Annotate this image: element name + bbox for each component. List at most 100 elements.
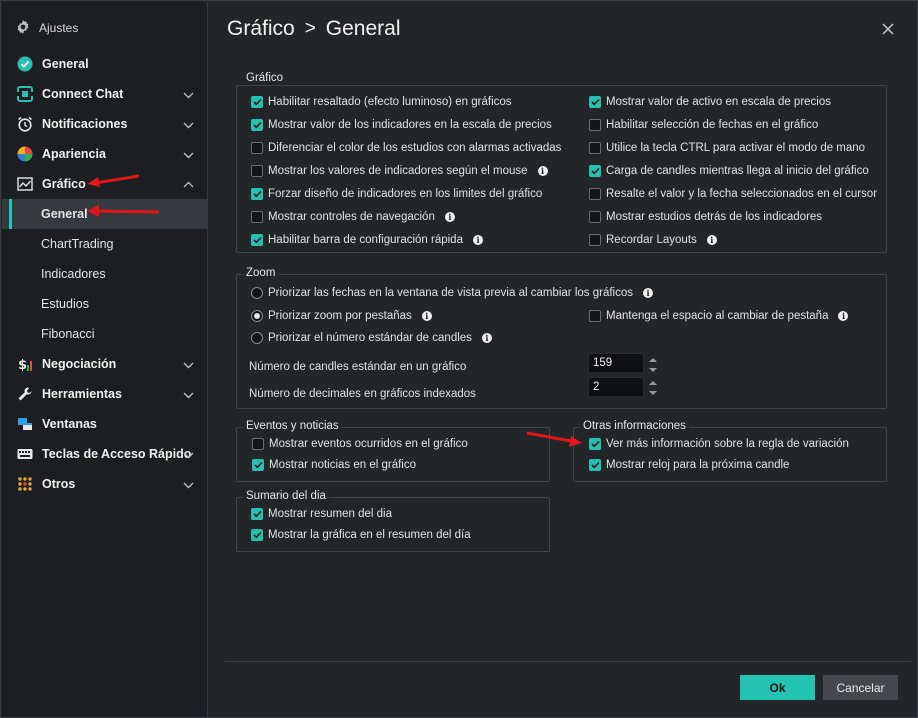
- sumario-checkbox-0[interactable]: Mostrar resumen del dia: [251, 508, 392, 520]
- sidebar-subitem-charttrading[interactable]: ChartTrading: [2, 229, 208, 259]
- checkmark-icon: [590, 440, 600, 448]
- sidebar-item-ventanas[interactable]: Ventanas: [2, 409, 208, 439]
- sidebar-item-otros[interactable]: Otros: [2, 469, 208, 499]
- sidebar-item-teclas[interactable]: Teclas de Acceso Rápido: [2, 439, 208, 469]
- info-icon[interactable]: i: [444, 212, 455, 222]
- candles-spinner[interactable]: [647, 354, 659, 376]
- grafico-right-checkbox-3[interactable]: Carga de candles mientras llega al inici…: [589, 165, 869, 177]
- chart-icon: [16, 175, 34, 193]
- sidebar-subitem-estudios[interactable]: Estudios: [2, 289, 208, 319]
- sidebar-subitem-fibonacci[interactable]: Fibonacci: [2, 319, 208, 349]
- checkbox[interactable]: [252, 438, 264, 450]
- checkbox-label: Mantenga el espacio al cambiar de pestañ…: [606, 310, 829, 322]
- sidebar-item-label: Teclas de Acceso Rápido: [42, 447, 192, 461]
- checkbox[interactable]: [251, 188, 263, 200]
- decimals-spinner[interactable]: [647, 377, 659, 399]
- checkbox[interactable]: [589, 438, 601, 450]
- info-icon[interactable]: i: [537, 166, 548, 176]
- grafico-right-checkbox-2[interactable]: Utilice la tecla CTRL para activar el mo…: [589, 142, 865, 154]
- checkbox[interactable]: [589, 188, 601, 200]
- checkmark-icon: [252, 510, 262, 518]
- sidebar-subitem-label: General: [41, 207, 88, 221]
- grafico-left-checkbox-5[interactable]: Mostrar controles de navegación i: [251, 211, 455, 223]
- radio-button[interactable]: [251, 287, 263, 299]
- zoom-radio-dates[interactable]: Priorizar las fechas en la ventana de vi…: [251, 287, 653, 299]
- cancel-button[interactable]: Cancelar: [823, 675, 898, 700]
- sidebar-subitem-label: ChartTrading: [41, 237, 114, 251]
- sidebar-item-negociacion[interactable]: $ Negociación: [2, 349, 208, 379]
- checkbox[interactable]: [251, 234, 263, 246]
- grafico-left-checkbox-6[interactable]: Habilitar barra de configuración rápida i: [251, 234, 483, 246]
- checkbox[interactable]: [251, 96, 263, 108]
- sidebar-item-connect-chat[interactable]: Connect Chat: [2, 79, 208, 109]
- checkbox[interactable]: [589, 234, 601, 246]
- grafico-left-checkbox-4[interactable]: Forzar diseño de indicadores en los limi…: [251, 188, 542, 200]
- checkbox[interactable]: [251, 529, 263, 541]
- annotation-arrow: [526, 431, 582, 447]
- zoom-radio-tabs[interactable]: Priorizar zoom por pestañas i: [251, 310, 432, 322]
- grafico-right-checkbox-0[interactable]: Mostrar valor de activo en escala de pre…: [589, 96, 831, 108]
- sidebar-item-herramientas[interactable]: Herramientas: [2, 379, 208, 409]
- zoom-radio-candles[interactable]: Priorizar el número estándar de candles …: [251, 332, 492, 344]
- svg-text:$: $: [18, 358, 27, 372]
- grafico-right-checkbox-5[interactable]: Mostrar estudios detrás de los indicador…: [589, 211, 822, 223]
- grid-dots-icon: [16, 475, 34, 493]
- checkbox[interactable]: [589, 165, 601, 177]
- grafico-left-checkbox-3[interactable]: Mostrar los valores de indicadores según…: [251, 165, 548, 177]
- ok-button[interactable]: Ok: [740, 675, 815, 700]
- sidebar-subitem-indicadores[interactable]: Indicadores: [2, 259, 208, 289]
- chevron-down-icon: [183, 148, 194, 162]
- radio-button[interactable]: [251, 332, 263, 344]
- checkbox[interactable]: [252, 459, 264, 471]
- checkbox[interactable]: [251, 165, 263, 177]
- info-icon[interactable]: i: [838, 311, 849, 321]
- checkbox-label: Habilitar barra de configuración rápida: [268, 234, 463, 246]
- checkbox[interactable]: [589, 142, 601, 154]
- sidebar-item-notificaciones[interactable]: Notificaciones: [2, 109, 208, 139]
- eventos-checkbox-0[interactable]: Mostrar eventos ocurridos en el gráfico: [252, 438, 468, 450]
- otras-checkbox-1[interactable]: Mostrar reloj para la próxima candle: [589, 459, 789, 471]
- info-icon[interactable]: i: [421, 311, 432, 321]
- grafico-right-checkbox-4[interactable]: Resalte el valor y la fecha seleccionado…: [589, 188, 877, 200]
- group-sumario-title: Sumario del dia: [243, 490, 329, 502]
- decimals-input[interactable]: 2: [588, 377, 644, 397]
- grafico-left-checkbox-0[interactable]: Habilitar resaltado (efecto luminoso) en…: [251, 96, 512, 108]
- sidebar-title: Ajustes: [39, 21, 79, 35]
- sumario-checkbox-1[interactable]: Mostrar la gráfica en el resumen del día: [251, 529, 471, 541]
- checkbox[interactable]: [251, 119, 263, 131]
- info-icon[interactable]: i: [481, 333, 492, 343]
- close-icon[interactable]: [880, 21, 896, 37]
- chevron-down-icon: [183, 118, 194, 132]
- radio-button[interactable]: [251, 310, 263, 322]
- group-zoom-title: Zoom: [243, 267, 279, 279]
- grafico-left-checkbox-2[interactable]: Diferenciar el color de los estudios con…: [251, 142, 561, 154]
- checkbox-label: Carga de candles mientras llega al inici…: [606, 165, 869, 177]
- checkbox[interactable]: [589, 310, 601, 322]
- group-eventos-title: Eventos y noticias: [243, 420, 342, 432]
- zoom-keep-space-checkbox[interactable]: Mantenga el espacio al cambiar de pestañ…: [589, 310, 849, 322]
- grafico-left-checkbox-1[interactable]: Mostrar valor de los indicadores en la e…: [251, 119, 552, 131]
- candles-input[interactable]: 159: [588, 353, 644, 373]
- checkbox[interactable]: [589, 96, 601, 108]
- otras-checkbox-0[interactable]: Ver más información sobre la regla de va…: [589, 438, 849, 450]
- checkbox[interactable]: [251, 142, 263, 154]
- eventos-checkbox-1[interactable]: Mostrar noticias en el gráfico: [252, 459, 416, 471]
- checkbox[interactable]: [589, 119, 601, 131]
- sidebar: Ajustes General Connect Chat Notificacio…: [2, 2, 208, 717]
- checkmark-icon: [252, 236, 262, 244]
- checkbox[interactable]: [589, 211, 601, 223]
- info-icon[interactable]: i: [472, 235, 483, 245]
- grafico-right-checkbox-1[interactable]: Habilitar selección de fechas en el gráf…: [589, 119, 818, 131]
- checkbox[interactable]: [251, 211, 263, 223]
- alarm-clock-icon: [16, 115, 34, 133]
- sidebar-item-apariencia[interactable]: Apariencia: [2, 139, 208, 169]
- sidebar-item-general[interactable]: General: [2, 49, 208, 79]
- checkbox[interactable]: [251, 508, 263, 520]
- sidebar-subitem-label: Fibonacci: [41, 327, 95, 341]
- checkbox[interactable]: [589, 459, 601, 471]
- info-icon[interactable]: i: [642, 288, 653, 298]
- info-icon[interactable]: i: [706, 235, 717, 245]
- checkmark-icon: [252, 531, 262, 539]
- grafico-right-checkbox-6[interactable]: Recordar Layouts i: [589, 234, 717, 246]
- candles-label: Número de candles estándar en un gráfico: [249, 361, 467, 373]
